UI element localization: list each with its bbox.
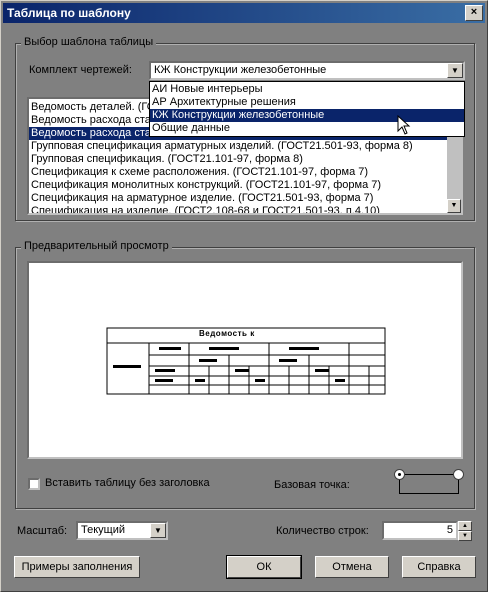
template-group-label: Выбор шаблона таблицы [21,36,157,48]
base-point-top-left-radio[interactable] [394,469,405,480]
title-bar[interactable]: Таблица по шаблону × [3,3,485,23]
preview-table-title: Ведомость к [199,329,255,338]
base-point-label: Базовая точка: [274,479,350,491]
no-header-label[interactable]: Вставить таблицу без заголовка [45,477,210,489]
scale-label: Масштаб: [17,525,68,537]
set-dropdown[interactable]: АИ Новые интерьеры АР Архитектурные решен… [149,81,465,137]
set-combobox[interactable]: КЖ Конструкции железобетонные [149,61,465,80]
chevron-down-icon[interactable]: ▼ [447,63,463,78]
table-preview-image [106,327,386,395]
base-point-line [404,474,456,475]
mouse-cursor-icon [397,115,411,135]
ok-button[interactable]: ОК [226,555,302,579]
scale-value: Текущий [81,524,125,536]
dropdown-option[interactable]: АР Архитектурные решения [150,96,464,109]
dropdown-option[interactable]: Общие данные [150,122,464,135]
rows-down-icon[interactable]: ▼ [458,531,472,541]
list-item[interactable]: Спецификация на арматурное изделие. (ГОС… [29,192,461,205]
help-button[interactable]: Справка [402,556,476,578]
cancel-button[interactable]: Отмена [315,556,389,578]
list-item[interactable]: Спецификация на изделие. (ГОСТ2.108-68 и… [29,205,461,213]
dropdown-option[interactable]: КЖ Конструкции железобетонные [150,109,464,122]
list-item[interactable]: Групповая спецификация арматурных издели… [29,140,461,153]
no-header-checkbox[interactable] [28,478,40,490]
dropdown-option[interactable]: АИ Новые интерьеры [150,83,464,96]
scroll-down-icon[interactable]: ▼ [447,199,461,213]
close-icon[interactable]: × [465,5,483,21]
rows-value: 5 [446,524,453,536]
preview-group-label: Предварительный просмотр [21,240,172,252]
set-label: Комплект чертежей: [29,64,132,76]
rows-up-icon[interactable]: ▲ [458,521,472,531]
window-title: Таблица по шаблону [7,6,131,20]
base-point-top-right-radio[interactable] [453,469,464,480]
list-item[interactable]: Групповая спецификация. (ГОСТ21.101-97, … [29,153,461,166]
rows-label: Количество строк: [276,525,369,537]
base-point-selector [399,474,459,494]
scale-chevron-down-icon[interactable]: ▼ [150,523,166,538]
rows-input[interactable]: 5 [382,521,458,540]
preview-area: Ведомость к [27,261,463,459]
list-item[interactable]: Спецификация монолитных конструкций. (ГО… [29,179,461,192]
examples-button[interactable]: Примеры заполнения [14,556,140,578]
list-item[interactable]: Спецификация к схеме расположения. (ГОСТ… [29,166,461,179]
rows-stepper[interactable]: ▲ ▼ [458,521,472,541]
set-combobox-value: КЖ Конструкции железобетонные [154,64,327,76]
dialog-window: Таблица по шаблону × Выбор шаблона табли… [0,0,488,592]
